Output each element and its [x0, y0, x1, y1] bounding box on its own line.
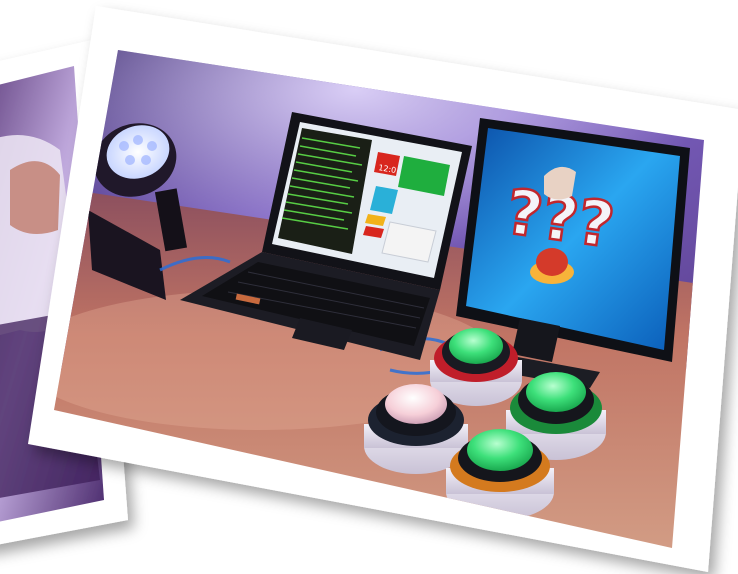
collage-svg: 12:0 ???: [0, 6, 738, 572]
photo-collage: Two tilted photo prints: a quiz buzzer s…: [0, 0, 738, 574]
